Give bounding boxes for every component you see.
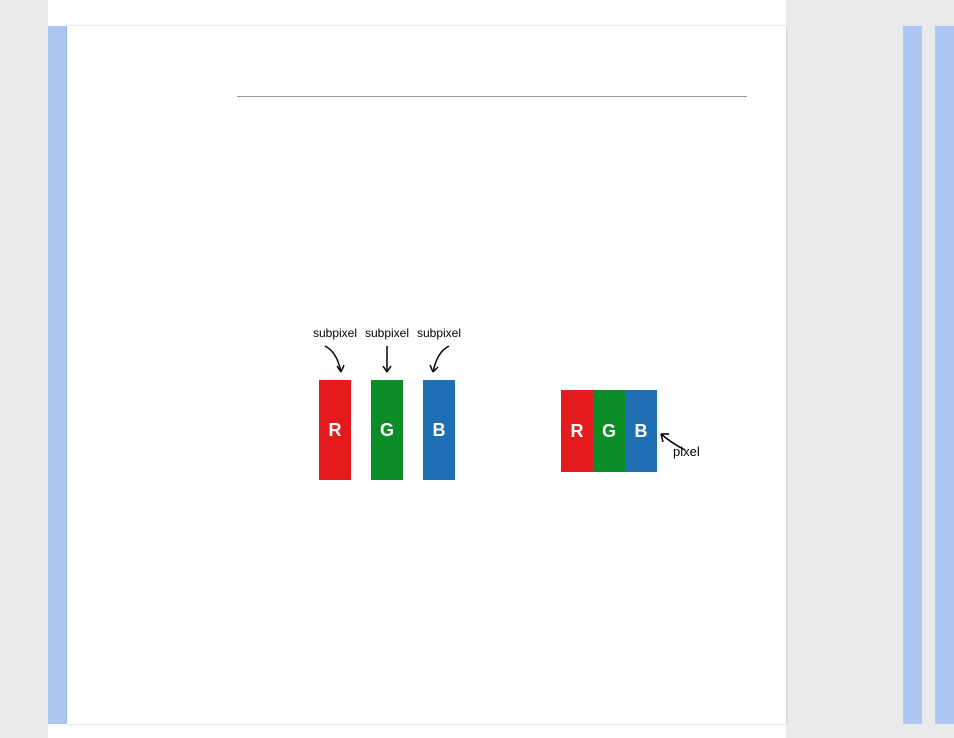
arrow-down-icon (319, 340, 351, 380)
pixel-sub-r: R (561, 390, 593, 472)
pixel-block: R G B (561, 390, 657, 472)
arrow-down-icon (423, 340, 455, 380)
subpixel-label-b: subpixel (415, 326, 463, 340)
arrow-down-icon (371, 340, 403, 380)
subpixel-bar-g: G (371, 380, 403, 480)
subpixel-label-r: subpixel (311, 326, 359, 340)
subpixel-label-g: subpixel (363, 326, 411, 340)
scrollbar-strip[interactable] (935, 26, 954, 724)
left-margin-strip (48, 26, 67, 724)
document-page: subpixel subpixel subpixel R G B R (67, 26, 786, 724)
pixel-label: pixel (673, 444, 700, 459)
horizontal-rule (237, 96, 747, 97)
right-panel (786, 0, 954, 738)
left-panel (0, 0, 48, 738)
right-margin-strip (903, 26, 922, 724)
pixel-sub-g: G (593, 390, 625, 472)
subpixel-bar-r: R (319, 380, 351, 480)
pixel-sub-b: B (625, 390, 657, 472)
subpixel-bar-b: B (423, 380, 455, 480)
rgb-diagram: subpixel subpixel subpixel R G B R (307, 326, 767, 526)
app-window: subpixel subpixel subpixel R G B R (0, 0, 954, 738)
